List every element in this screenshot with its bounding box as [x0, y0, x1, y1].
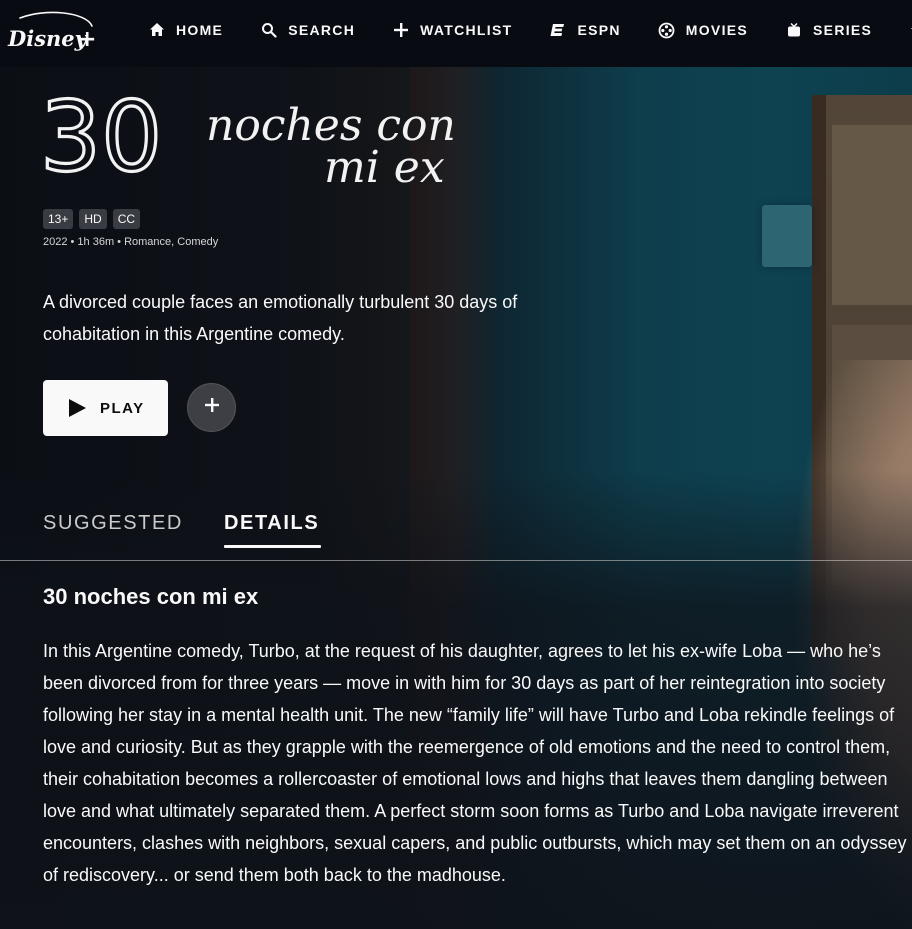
details-title: 30 noches con mi ex — [43, 584, 259, 609]
title-logo: 30 noches con mi ex — [38, 78, 460, 194]
tabs-divider — [0, 560, 912, 561]
play-icon — [67, 398, 87, 418]
badge-rating: 13+ — [43, 209, 74, 229]
top-nav: Disney + HOME SEARCH WATCHLIST ESPN MOVI… — [0, 0, 912, 67]
tab-details[interactable]: DETAILS — [223, 512, 322, 548]
espn-icon — [549, 21, 567, 39]
search-icon — [260, 21, 278, 39]
nav-watchlist-label: WATCHLIST — [420, 22, 513, 38]
tab-suggested[interactable]: SUGGESTED — [43, 512, 183, 548]
nav-espn[interactable]: ESPN — [549, 21, 620, 39]
add-to-watchlist-button[interactable] — [187, 383, 236, 432]
nav-espn-label: ESPN — [577, 22, 621, 38]
nav-menu: HOME SEARCH WATCHLIST ESPN MOVIES SERIES — [148, 0, 912, 60]
movie-reel-icon — [658, 21, 676, 39]
nav-search-label: SEARCH — [288, 22, 356, 38]
svg-text:+: + — [78, 27, 96, 52]
plus-icon — [392, 21, 410, 39]
rating-badges: 13+ HD CC — [43, 209, 146, 229]
nav-home-label: HOME — [176, 22, 224, 38]
title-logo-line-2: mi ex — [324, 142, 445, 193]
nav-series-label: SERIES — [813, 22, 873, 38]
disney-plus-logo[interactable]: Disney + — [6, 4, 98, 60]
content-tabs: SUGGESTED DETAILS — [43, 512, 360, 548]
nav-series[interactable]: SERIES — [785, 21, 872, 39]
nav-search[interactable]: SEARCH — [260, 21, 355, 39]
play-button-label: PLAY — [100, 399, 145, 417]
movie-description: A divorced couple faces an emotionally t… — [43, 292, 518, 344]
plus-icon — [204, 398, 219, 417]
badge-cc: CC — [112, 209, 141, 229]
nav-home[interactable]: HOME — [148, 21, 223, 39]
home-icon — [148, 21, 166, 39]
details-synopsis: In this Argentine comedy, Turbo, at the … — [43, 641, 907, 885]
nav-movies-label: MOVIES — [685, 22, 749, 38]
tv-icon — [785, 21, 803, 39]
play-button[interactable]: PLAY — [43, 380, 168, 436]
movie-meta: 2022 • 1h 36m • Romance, Comedy — [43, 236, 219, 248]
nav-watchlist[interactable]: WATCHLIST — [392, 21, 512, 39]
title-logo-number: 30 — [40, 81, 162, 193]
badge-hd: HD — [79, 209, 107, 229]
nav-movies[interactable]: MOVIES — [658, 21, 748, 39]
svg-text:Disney: Disney — [7, 26, 89, 51]
